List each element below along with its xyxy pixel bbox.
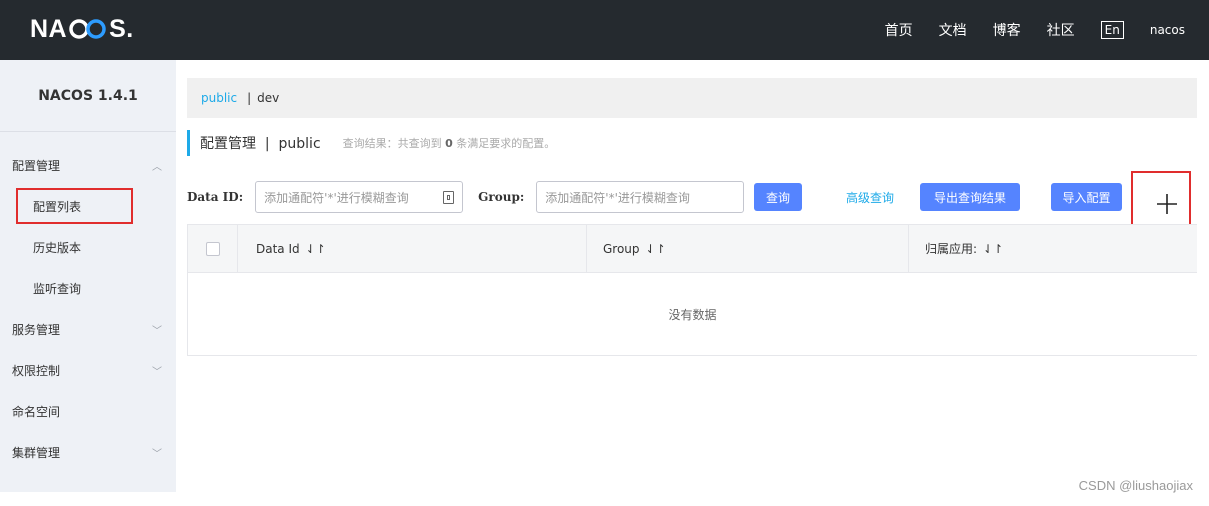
sort-icon[interactable]: ⇃↾	[306, 242, 326, 256]
page-heading: 配置管理 | public 查询结果：共查询到 0 条满足要求的配置。	[187, 130, 555, 156]
chevron-up-icon: ︿	[152, 162, 162, 173]
namespace-public-link[interactable]: public	[201, 91, 237, 105]
sidebar-item-access-control[interactable]: 权限控制 ﹀	[0, 350, 176, 391]
group-label: Group:	[478, 190, 525, 204]
sidebar-item-label: 监听查询	[33, 282, 82, 296]
namespace-breadcrumb: public | dev	[187, 78, 1197, 118]
nav-blog[interactable]: 博客	[993, 20, 1021, 40]
top-nav-menu: 首页 文档 博客 社区 En nacos	[885, 0, 1209, 60]
namespace-dev-link[interactable]: dev	[257, 91, 279, 105]
logo-rings-icon	[69, 19, 106, 39]
nav-community[interactable]: 社区	[1047, 20, 1075, 40]
config-table: Data Id ⇃↾ Group ⇃↾ 归属应用: ⇃↾ 没有数据	[187, 224, 1197, 356]
column-label: 归属应用:	[925, 242, 978, 256]
sidebar: NACOS 1.4.1 配置管理 ︿ 配置列表 历史版本 监听查询 服务管理 ﹀…	[0, 60, 176, 492]
breadcrumb-separator: |	[247, 91, 252, 105]
sidebar-item-listener-query[interactable]: 监听查询	[0, 268, 176, 309]
result-prefix: 查询结果：共查询到	[342, 137, 446, 150]
group-placeholder: 添加通配符'*'进行模糊查询	[545, 190, 690, 205]
query-result-summary: 查询结果：共查询到 0 条满足要求的配置。	[343, 135, 556, 151]
logo-text-left: NA	[30, 14, 68, 43]
sidebar-item-label: 配置管理	[12, 159, 61, 173]
column-label: Group	[603, 241, 640, 256]
add-config-plus-icon[interactable]	[1152, 189, 1182, 219]
column-label: Data Id	[256, 241, 300, 256]
query-button[interactable]: 查询	[754, 183, 802, 211]
sort-icon[interactable]: ⇃↾	[983, 242, 1003, 256]
chevron-down-icon: ﹀	[152, 367, 162, 378]
sidebar-item-history[interactable]: 历史版本	[0, 227, 176, 268]
sort-icon[interactable]: ⇃↾	[646, 242, 666, 256]
dataid-placeholder: 添加通配符'*'进行模糊查询	[264, 190, 409, 205]
sidebar-item-label: 权限控制	[12, 364, 61, 378]
chevron-down-icon: ﹀	[152, 449, 162, 460]
user-name[interactable]: nacos	[1150, 23, 1185, 37]
calendar-icon	[443, 190, 455, 204]
sidebar-item-label: 命名空间	[12, 405, 61, 419]
sidebar-item-namespace[interactable]: 命名空间	[0, 391, 176, 432]
column-data-id[interactable]: Data Id ⇃↾	[238, 224, 587, 273]
group-search-input[interactable]: 添加通配符'*'进行模糊查询	[536, 181, 745, 213]
result-count: 0	[445, 137, 453, 150]
highlight-box	[16, 188, 133, 224]
column-group[interactable]: Group ⇃↾	[587, 224, 909, 273]
watermark: CSDN @liushaojiax	[1078, 478, 1193, 493]
column-app[interactable]: 归属应用: ⇃↾	[909, 225, 1197, 273]
chevron-down-icon: ﹀	[152, 326, 162, 337]
page-title: 配置管理 | public	[200, 136, 321, 152]
sidebar-item-label: 服务管理	[12, 323, 61, 337]
sidebar-item-label: 历史版本	[33, 241, 82, 255]
sidebar-item-config-list[interactable]: 配置列表	[0, 186, 176, 227]
advanced-query-link[interactable]: 高级查询	[846, 189, 894, 206]
sidebar-item-cluster-management[interactable]: 集群管理 ﹀	[0, 432, 176, 473]
import-config-button[interactable]: 导入配置	[1051, 183, 1122, 211]
nacos-logo[interactable]: NA S.	[30, 14, 134, 44]
export-results-button[interactable]: 导出查询结果	[920, 183, 1020, 211]
result-suffix: 条满足要求的配置。	[452, 137, 556, 150]
select-all-cell	[188, 224, 238, 273]
table-header: Data Id ⇃↾ Group ⇃↾ 归属应用: ⇃↾	[188, 224, 1197, 273]
nav-home[interactable]: 首页	[885, 20, 913, 40]
sidebar-title: NACOS 1.4.1	[0, 60, 176, 132]
empty-state: 没有数据	[668, 307, 717, 322]
logo-text-right: S.	[109, 14, 134, 43]
sidebar-item-config-management[interactable]: 配置管理 ︿	[0, 145, 176, 186]
sidebar-item-service-management[interactable]: 服务管理 ﹀	[0, 309, 176, 350]
nav-docs[interactable]: 文档	[939, 20, 967, 40]
dataid-search-input[interactable]: 添加通配符'*'进行模糊查询	[255, 181, 464, 213]
select-all-checkbox[interactable]	[205, 241, 220, 256]
language-switch-button[interactable]: En	[1100, 21, 1124, 39]
sidebar-item-label: 集群管理	[12, 446, 61, 460]
dataid-label: Data ID:	[187, 190, 244, 204]
top-navbar: NA S. 首页 文档 博客 社区 En nacos	[0, 0, 1209, 60]
